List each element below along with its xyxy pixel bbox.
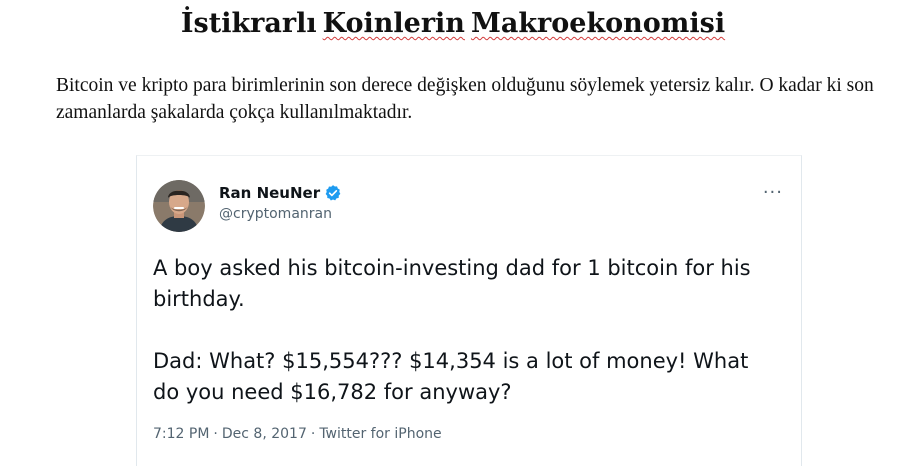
meta-separator: ·: [310, 426, 316, 442]
author-name[interactable]: Ran NeuNer: [219, 184, 342, 202]
title-word-3: Makroekonomisi: [470, 8, 726, 39]
verified-badge-icon: [324, 184, 342, 202]
tweet-time[interactable]: 7:12 PM: [153, 426, 209, 442]
tweet-text: A boy asked his bitcoin-investing dad fo…: [153, 253, 773, 408]
title-word-2: Koinlerin: [322, 8, 465, 39]
tweet-source[interactable]: Twitter for iPhone: [319, 426, 441, 442]
intro-paragraph: Bitcoin ve kripto para birimlerinin son …: [56, 75, 874, 123]
more-options-icon[interactable]: ···: [763, 182, 783, 203]
tweet-paragraph-2: Dad: What? $15,554??? $14,354 is a lot o…: [153, 349, 749, 404]
tweet-date[interactable]: Dec 8, 2017: [222, 426, 307, 442]
embedded-tweet: Ran NeuNer @cryptomanran ··· A boy asked…: [136, 155, 802, 466]
author-handle[interactable]: @cryptomanran: [219, 206, 332, 222]
avatar[interactable]: [153, 180, 205, 232]
tweet-paragraph-1: A boy asked his bitcoin-investing dad fo…: [153, 256, 751, 311]
author-name-text[interactable]: Ran NeuNer: [219, 184, 320, 202]
meta-separator: ·: [213, 426, 218, 442]
title-word-1: İstikrarlı: [180, 8, 317, 39]
document-title: İstikrarlı Koinlerin Makroekonomisi: [0, 8, 906, 39]
tweet-meta: 7:12 PM · Dec 8, 2017 · Twitter for iPhone: [153, 426, 442, 442]
